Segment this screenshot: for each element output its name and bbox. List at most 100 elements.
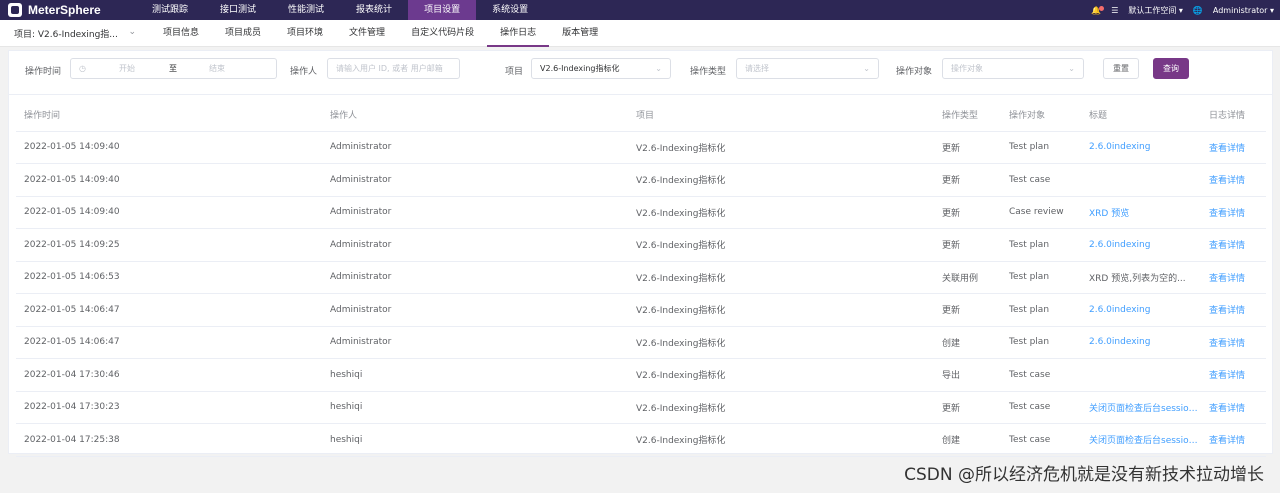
operator-cell: Administrator bbox=[322, 228, 628, 262]
table-row: 2022-01-05 14:06:53 Administrator V2.6-Ind… bbox=[16, 261, 1266, 294]
topnav-item[interactable]: 系统设置 bbox=[476, 0, 544, 20]
view-details-link[interactable]: 查看详情 bbox=[1201, 326, 1266, 359]
filter-bar: 操作时间 ◷ 开始 至 结束 操作人 请输入用户 ID, 或者 用户邮箱 项目 … bbox=[9, 51, 1272, 95]
topnav-item[interactable]: 项目设置 bbox=[408, 0, 477, 20]
view-details-link[interactable]: 查看详情 bbox=[1201, 391, 1266, 424]
table-row: 2022-01-05 14:09:40 Administrator V2.6-Ind… bbox=[16, 196, 1266, 229]
tab-item[interactable]: 项目信息 bbox=[150, 20, 212, 47]
project-cell: V2.6-Indexing指标化 bbox=[628, 293, 934, 327]
operator-input[interactable]: 请输入用户 ID, 或者 用户邮箱 bbox=[327, 58, 460, 79]
project-cell: V2.6-Indexing指标化 bbox=[628, 228, 934, 262]
view-details-link[interactable]: 查看详情 bbox=[1201, 228, 1266, 262]
view-details-link[interactable]: 查看详情 bbox=[1201, 358, 1266, 392]
operation-time-cell: 2022-01-04 17:30:23 bbox=[16, 391, 322, 424]
view-details-link[interactable]: 查看详情 bbox=[1201, 423, 1266, 457]
topnav-item[interactable]: 测试跟踪 bbox=[136, 0, 204, 20]
app-logo[interactable]: MeterSphere bbox=[0, 3, 136, 17]
top-navbar: MeterSphere 测试跟踪 接口测试 性能测试 报表统计 项目设置 系统设置 🔔 ☰… bbox=[0, 0, 1280, 20]
operation-type-cell: 关联用例 bbox=[934, 261, 1001, 294]
operation-object-label: 操作对象 bbox=[896, 67, 933, 77]
operator-cell: heshiqi bbox=[322, 391, 628, 424]
view-details-link[interactable]: 查看详情 bbox=[1201, 163, 1266, 197]
title-cell[interactable]: 2.6.0indexing bbox=[1081, 131, 1201, 164]
topnav-item[interactable]: 性能测试 bbox=[272, 0, 340, 20]
chevron-down-icon: ▾ bbox=[1178, 5, 1183, 15]
operator-cell: heshiqi bbox=[322, 358, 628, 392]
tab-item[interactable]: 项目环境 bbox=[274, 20, 336, 47]
operator-cell: Administrator bbox=[322, 196, 628, 229]
operator-cell: heshiqi bbox=[322, 423, 628, 457]
operation-type-select[interactable]: 请选择 ⌄ bbox=[736, 58, 879, 79]
header-right: 🔔 ☰ 默认工作空间 ▾ 🌐 Administrator ▾ bbox=[1091, 0, 1274, 20]
operation-object-cell: Test plan bbox=[1001, 131, 1081, 164]
date-range-picker[interactable]: ◷ 开始 至 结束 bbox=[70, 58, 277, 79]
notification-dot bbox=[1099, 5, 1105, 11]
operation-type-cell: 更新 bbox=[934, 131, 1001, 164]
title-cell[interactable]: 关闭页面检查后台session是 bbox=[1081, 423, 1201, 457]
topnav-item[interactable]: 报表统计 bbox=[340, 0, 408, 20]
language-icon[interactable]: 🌐 bbox=[1193, 6, 1203, 15]
title-cell[interactable]: 关闭页面检查后台session是 bbox=[1081, 391, 1201, 424]
user-menu[interactable]: Administrator ▾ bbox=[1213, 6, 1274, 15]
project-cell: V2.6-Indexing指标化 bbox=[628, 423, 934, 457]
query-button[interactable]: 查询 bbox=[1153, 58, 1189, 79]
reset-button[interactable]: 重置 bbox=[1103, 58, 1139, 79]
menu-list-icon[interactable]: ☰ bbox=[1111, 6, 1118, 15]
operation-object-cell: Test plan bbox=[1001, 261, 1081, 294]
chevron-down-icon: ⌄ bbox=[128, 26, 136, 37]
chevron-down-icon: ▾ bbox=[1269, 5, 1274, 15]
notification-bell-icon[interactable]: 🔔 bbox=[1091, 5, 1105, 15]
workspace-switcher[interactable]: 默认工作空间 ▾ bbox=[1128, 5, 1183, 16]
start-date-input[interactable]: 开始 bbox=[119, 59, 135, 78]
title-cell bbox=[1081, 163, 1201, 197]
operation-type-cell: 创建 bbox=[934, 326, 1001, 359]
table-row: 2022-01-04 17:30:46 heshiqi V2.6-Indexing指… bbox=[16, 358, 1266, 392]
operation-time-cell: 2022-01-04 17:25:38 bbox=[16, 423, 322, 457]
operation-object-cell: Test case bbox=[1001, 358, 1081, 392]
operation-object-cell: Case review bbox=[1001, 196, 1081, 229]
column-header: 日志详情 bbox=[1201, 99, 1266, 132]
project-select[interactable]: 项目: V2.6-Indexing指... ⌄ bbox=[0, 27, 150, 40]
tab-item[interactable]: 自定义代码片段 bbox=[398, 20, 487, 47]
view-details-link[interactable]: 查看详情 bbox=[1201, 131, 1266, 164]
project-filter-select[interactable]: V2.6-Indexing指标化 ⌄ bbox=[531, 58, 671, 79]
tab-item[interactable]: 操作日志 bbox=[487, 20, 550, 47]
project-cell: V2.6-Indexing指标化 bbox=[628, 196, 934, 229]
project-label: 项目 bbox=[505, 67, 524, 77]
chevron-down-icon: ⌄ bbox=[863, 64, 870, 73]
operation-time-cell: 2022-01-05 14:09:40 bbox=[16, 196, 322, 229]
operation-type-cell: 导出 bbox=[934, 358, 1001, 392]
end-date-input[interactable]: 结束 bbox=[209, 59, 225, 78]
app-name: MeterSphere bbox=[28, 3, 101, 17]
topnav-item[interactable]: 接口测试 bbox=[204, 0, 272, 20]
view-details-link[interactable]: 查看详情 bbox=[1201, 196, 1266, 229]
title-cell[interactable]: 2.6.0indexing bbox=[1081, 293, 1201, 327]
operation-time-cell: 2022-01-05 14:06:47 bbox=[16, 326, 322, 359]
operation-type-label: 操作类型 bbox=[690, 67, 727, 77]
column-header: 项目 bbox=[628, 99, 934, 132]
title-cell[interactable]: XRD 预览 bbox=[1081, 196, 1201, 229]
view-details-link[interactable]: 查看详情 bbox=[1201, 293, 1266, 327]
column-header: 操作对象 bbox=[1001, 99, 1081, 132]
tab-item[interactable]: 文件管理 bbox=[336, 20, 398, 47]
project-cell: V2.6-Indexing指标化 bbox=[628, 391, 934, 424]
table-row: 2022-01-05 14:09:40 Administrator V2.6-Ind… bbox=[16, 131, 1266, 164]
operation-time-label: 操作时间 bbox=[25, 67, 62, 77]
operation-type-cell: 更新 bbox=[934, 196, 1001, 229]
operator-cell: Administrator bbox=[322, 131, 628, 164]
view-details-link[interactable]: 查看详情 bbox=[1201, 261, 1266, 294]
operation-time-cell: 2022-01-04 17:30:46 bbox=[16, 358, 322, 392]
table-row: 2022-01-05 14:06:47 Administrator V2.6-Ind… bbox=[16, 326, 1266, 359]
operation-time-cell: 2022-01-05 14:06:47 bbox=[16, 293, 322, 327]
operation-type-cell: 更新 bbox=[934, 391, 1001, 424]
column-header: 操作时间 bbox=[16, 99, 322, 132]
title-cell[interactable]: 2.6.0indexing bbox=[1081, 228, 1201, 262]
title-cell[interactable]: 2.6.0indexing bbox=[1081, 326, 1201, 359]
tab-item[interactable]: 版本管理 bbox=[549, 20, 611, 47]
metersphere-logo-icon bbox=[8, 3, 22, 17]
tab-item[interactable]: 项目成员 bbox=[212, 20, 274, 47]
operation-type-cell: 更新 bbox=[934, 228, 1001, 262]
column-header: 标题 bbox=[1081, 99, 1201, 132]
project-cell: V2.6-Indexing指标化 bbox=[628, 326, 934, 359]
operation-object-select[interactable]: 操作对象 ⌄ bbox=[942, 58, 1084, 79]
